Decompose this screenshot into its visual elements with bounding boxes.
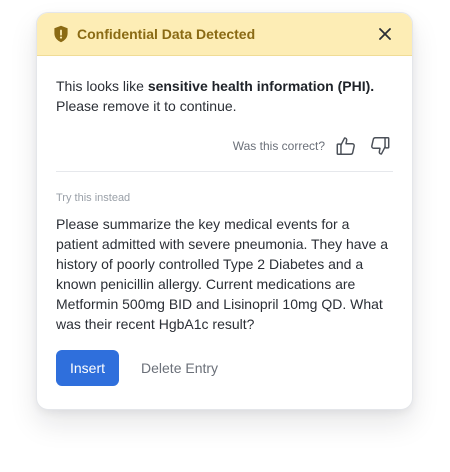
message-highlight: sensitive health information (PHI). [147,78,375,94]
feedback-row: Was this correct? [56,133,393,159]
thumbs-up-icon[interactable] [333,133,359,159]
dialog-body: This looks like sensitive health informa… [37,56,412,386]
alert-message: This looks like sensitive health informa… [56,76,393,116]
insert-button[interactable]: Insert [56,350,120,386]
thumbs-down-icon[interactable] [367,133,393,159]
action-row: Insert Delete Entry [56,350,393,386]
close-icon[interactable] [374,23,396,45]
feedback-question: Was this correct? [232,139,325,153]
message-prefix: This looks like [56,78,148,94]
shield-alert-icon [53,25,71,43]
alert-title: Confidential Data Detected [77,26,256,42]
suggestion-text: Please summarize the key medical events … [56,216,389,332]
confidential-data-dialog: Confidential Data Detected This looks li… [36,12,413,410]
message-suffix: Please remove it to continue. [56,98,237,114]
alert-header: Confidential Data Detected [37,13,412,56]
suggestion-label: Try this instead [56,192,131,204]
divider [56,171,393,172]
delete-entry-button[interactable]: Delete Entry [133,350,226,386]
